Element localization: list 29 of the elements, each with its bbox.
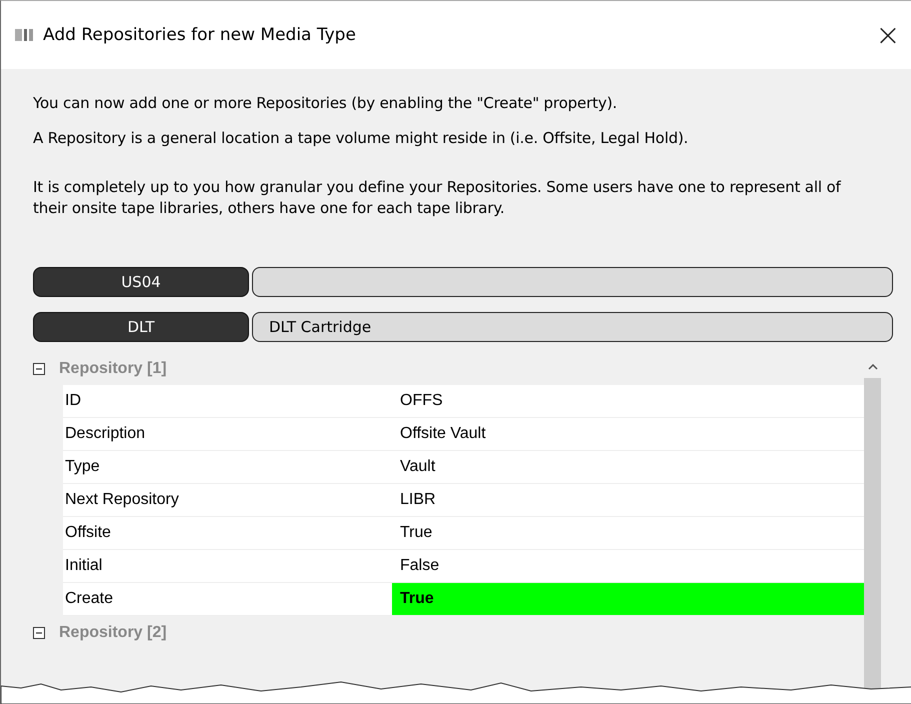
- property-name: Initial: [63, 550, 392, 583]
- instruction-text: A Repository is a general location a tape volume might reside in (i.e. Offsite, Legal Hold).: [33, 128, 690, 149]
- instruction-text: It is completely up to you how granular you define your Repositories. Some users have one to represent all of their onsite tape libraries, others have one for each tape library.: [33, 177, 842, 219]
- description-field[interactable]: DLT Cartridge: [252, 312, 893, 342]
- property-value[interactable]: OFFS: [392, 385, 864, 418]
- property-name: Offsite: [63, 517, 392, 550]
- property-name: ID: [63, 385, 392, 418]
- property-name: Create: [63, 583, 392, 616]
- group-title: Repository [2]: [59, 624, 167, 642]
- group-title: Repository [1]: [59, 360, 167, 378]
- property-value[interactable]: Vault: [392, 451, 864, 484]
- property-name: Next Repository: [63, 484, 392, 517]
- scroll-up-icon[interactable]: [868, 364, 878, 370]
- property-name: Description: [63, 418, 392, 451]
- close-button[interactable]: ×: [865, 15, 911, 55]
- collapse-icon[interactable]: [33, 362, 45, 374]
- collapse-icon[interactable]: [33, 626, 45, 638]
- instruction-text: You can now add one or more Repositories (by enabling the "Create" property).: [33, 93, 618, 114]
- code-label: DLT: [33, 312, 249, 342]
- description-field[interactable]: [252, 267, 893, 297]
- property-value[interactable]: True: [392, 517, 864, 550]
- property-value[interactable]: Offsite Vault: [392, 418, 864, 451]
- property-value[interactable]: True: [392, 583, 864, 616]
- code-label: US04: [33, 267, 249, 297]
- property-value[interactable]: LIBR: [392, 484, 864, 517]
- app-icon: [15, 28, 33, 42]
- window-title: Add Repositories for new Media Type: [43, 25, 357, 45]
- property-value[interactable]: False: [392, 550, 864, 583]
- property-name: Type: [63, 451, 392, 484]
